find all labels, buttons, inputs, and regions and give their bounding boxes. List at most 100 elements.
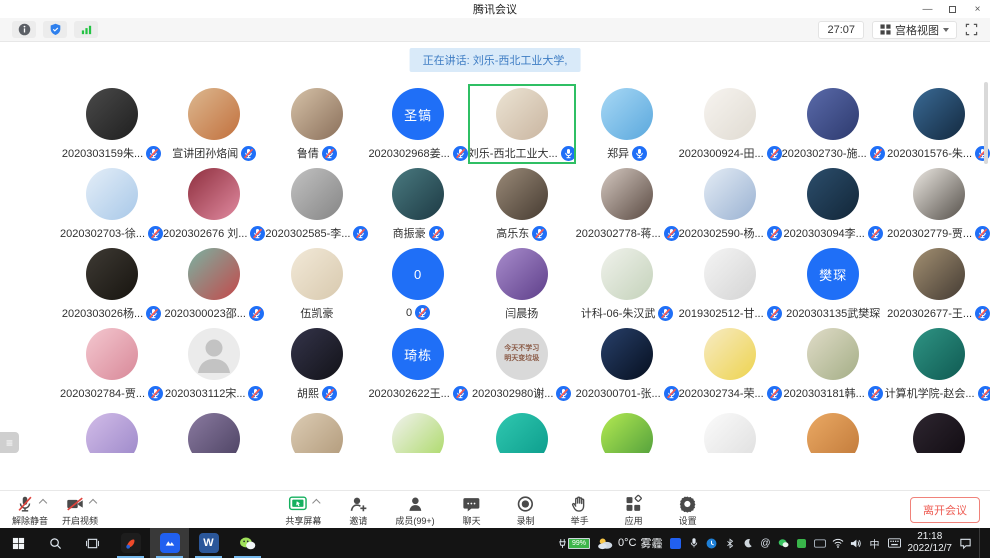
clock-tray-icon[interactable]: [706, 536, 718, 550]
footer-invite-button[interactable]: 邀请: [341, 493, 375, 527]
participant-tile[interactable]: 宣讲团孙烙闻: [163, 84, 265, 164]
footer-apps-button[interactable]: 应用: [617, 493, 651, 527]
participant-tile[interactable]: 胡熙: [265, 324, 368, 404]
action-center-button[interactable]: [959, 536, 972, 550]
security-button[interactable]: [43, 21, 67, 38]
participant-tile[interactable]: 2019302512-甘...: [679, 244, 782, 324]
participant-tile[interactable]: 郑异: [576, 84, 679, 164]
footer-record-button[interactable]: 录制: [509, 493, 543, 527]
participant-tile[interactable]: 2020302778-蒋...: [576, 164, 679, 244]
meeting-info-button[interactable]: [12, 21, 36, 38]
fullscreen-button[interactable]: [965, 23, 978, 36]
mic-unmuted-icon: [632, 146, 647, 161]
raise-hand-icon: [570, 494, 590, 514]
chevron-up-icon[interactable]: [38, 499, 46, 507]
participant-tile[interactable]: 2020300023邵...: [163, 244, 265, 324]
taskbar-app-media-app[interactable]: [111, 528, 150, 558]
footer-screen-share-button[interactable]: 共享屏幕: [285, 493, 321, 527]
participant-tile[interactable]: [163, 404, 265, 453]
footer-chat-button[interactable]: 聊天: [455, 493, 489, 527]
chevron-up-icon[interactable]: [88, 499, 96, 507]
avatar: [291, 413, 343, 453]
touch-keyboard-icon[interactable]: [888, 536, 901, 550]
task-view-button[interactable]: [74, 528, 111, 558]
close-button[interactable]: ×: [965, 0, 990, 18]
bluetooth-tray-icon[interactable]: [724, 536, 736, 550]
participant-tile[interactable]: [885, 404, 990, 453]
participant-tile[interactable]: 伍凯豪: [265, 244, 368, 324]
participant-tile[interactable]: 琦栋2020302622王...: [368, 324, 467, 404]
taskbar-app-wechat[interactable]: [228, 528, 267, 558]
taskbar-search-button[interactable]: [37, 528, 74, 558]
participant-tile[interactable]: 2020302703-徐...: [60, 164, 163, 244]
chevron-up-icon[interactable]: [312, 499, 320, 507]
minimize-button[interactable]: —: [915, 0, 940, 18]
footer-members-button[interactable]: 成员(99+): [395, 493, 434, 527]
view-mode-button[interactable]: 宫格视图: [872, 21, 957, 39]
participant-tile-active[interactable]: 刘乐-西北工业大...: [468, 84, 576, 164]
participant-tile[interactable]: [468, 404, 576, 453]
participant-tile[interactable]: 鲁倩: [265, 84, 368, 164]
participant-tile[interactable]: 圣镐2020302968姜...: [368, 84, 467, 164]
participant-tile[interactable]: 2020302677-王...: [885, 244, 990, 324]
side-panel-handle[interactable]: ≡: [0, 432, 19, 453]
participant-tile[interactable]: 2020302779-贾...: [885, 164, 990, 244]
card-tray-icon[interactable]: [814, 536, 826, 550]
footer-raise-hand-button[interactable]: 举手: [563, 493, 597, 527]
participant-tile[interactable]: 计算机学院-赵会...: [885, 324, 990, 404]
scrollbar-thumb[interactable]: [984, 82, 988, 164]
leave-meeting-button[interactable]: 离开会议: [910, 497, 980, 523]
network-tray-icon[interactable]: [832, 536, 844, 550]
participant-tile[interactable]: 2020302730-施...: [782, 84, 885, 164]
mic-muted-icon: [353, 226, 368, 241]
participant-tile[interactable]: 2020302676 刘...: [163, 164, 265, 244]
show-desktop-button[interactable]: [979, 528, 984, 558]
moon-tray-icon[interactable]: [742, 536, 754, 550]
avatar: [807, 328, 859, 380]
participant-tile[interactable]: [265, 404, 368, 453]
participant-tile[interactable]: 计科-06-朱汉武: [576, 244, 679, 324]
meeting-tray-icon[interactable]: [670, 536, 682, 550]
participant-tile[interactable]: 2020303181韩...: [782, 324, 885, 404]
mic-tray-icon[interactable]: [688, 536, 700, 550]
participant-tile[interactable]: 闫晨扬: [468, 244, 576, 324]
participant-tile[interactable]: [60, 404, 163, 453]
footer-camera-off-button[interactable]: 开启视频: [62, 493, 98, 527]
start-button[interactable]: [0, 528, 37, 558]
taskbar-app-tencent-meeting[interactable]: [150, 528, 189, 558]
participant-tile[interactable]: 樊琛2020303135武樊琛: [782, 244, 885, 324]
mic-muted-icon: [556, 386, 571, 401]
participant-tile[interactable]: 2020302784-贾...: [60, 324, 163, 404]
restore-button[interactable]: [940, 0, 965, 18]
participant-tile[interactable]: 2020300701-张...: [576, 324, 679, 404]
participant-tile[interactable]: [782, 404, 885, 453]
participant-tile[interactable]: 2020303094李...: [782, 164, 885, 244]
participant-tile[interactable]: 2020302585-李...: [265, 164, 368, 244]
participant-tile[interactable]: [368, 404, 467, 453]
footer-mic-muted-button[interactable]: 解除静音: [12, 493, 48, 527]
wechat-tray-icon[interactable]: [778, 536, 790, 550]
participant-tile[interactable]: [576, 404, 679, 453]
network-quality-button[interactable]: [74, 21, 98, 38]
ime-language-indicator[interactable]: 中: [869, 536, 881, 550]
clock-widget[interactable]: 21:18 2022/12/7: [908, 531, 953, 556]
participant-tile[interactable]: 2020303159朱...: [60, 84, 163, 164]
participant-tile[interactable]: 2020302590-杨...: [679, 164, 782, 244]
footer-settings-button[interactable]: 设置: [671, 493, 705, 527]
taskbar-app-word[interactable]: W: [189, 528, 228, 558]
participant-tile[interactable]: 2020303026杨...: [60, 244, 163, 324]
battery-indicator[interactable]: 99%: [559, 538, 590, 549]
participant-tile[interactable]: 商振豪: [368, 164, 467, 244]
participant-tile[interactable]: [679, 404, 782, 453]
participant-tile[interactable]: 今天不学习明天变垃圾2020302980谢...: [468, 324, 576, 404]
participant-tile[interactable]: 00: [368, 244, 467, 324]
participant-tile[interactable]: 2020300924-田...: [679, 84, 782, 164]
security-tray-icon[interactable]: [796, 536, 808, 550]
participant-tile[interactable]: 2020303112宋...: [163, 324, 265, 404]
participant-tile[interactable]: 2020301576-朱...: [885, 84, 990, 164]
mail-tray-icon[interactable]: @: [760, 536, 772, 550]
participant-tile[interactable]: 2020302734-荣...: [679, 324, 782, 404]
weather-widget[interactable]: 0°C 雾霾: [597, 535, 662, 551]
volume-tray-icon[interactable]: [850, 536, 862, 550]
participant-tile[interactable]: 高乐东: [468, 164, 576, 244]
